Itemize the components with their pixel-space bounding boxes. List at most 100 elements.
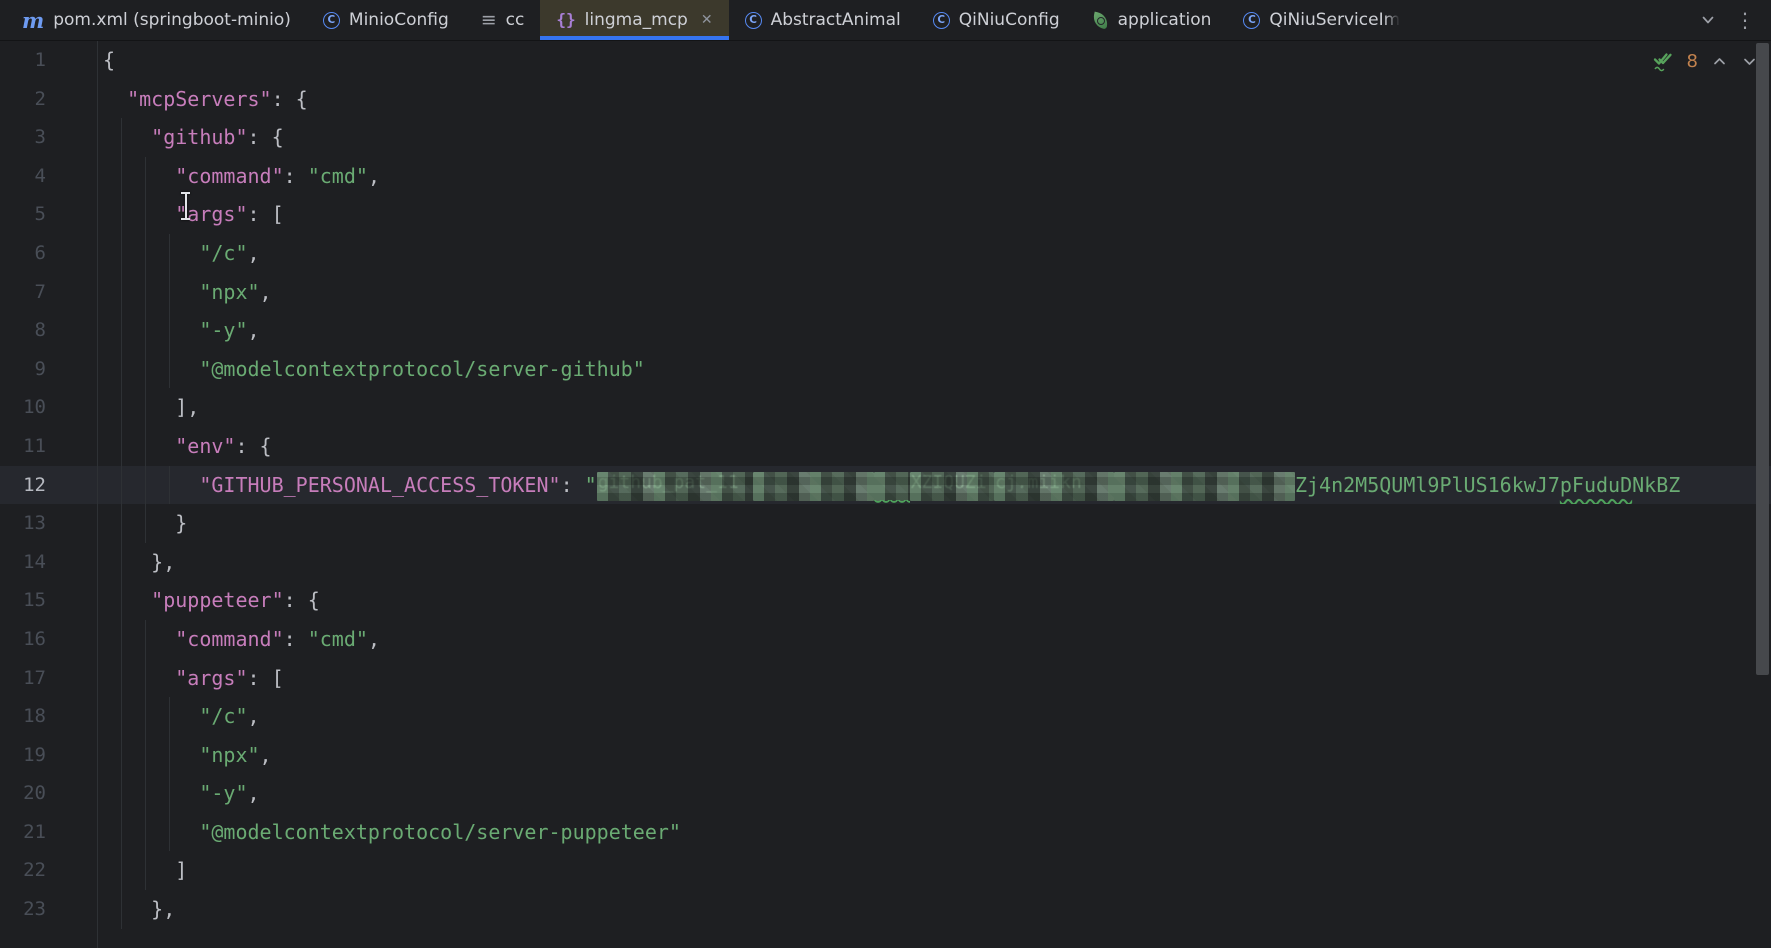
line-number[interactable]: 8 [0, 311, 90, 350]
line-number[interactable]: 18 [0, 697, 90, 736]
code-text[interactable]: "/c", [90, 697, 1771, 736]
json-punctuation [103, 280, 199, 304]
code-text[interactable]: ] [90, 851, 1771, 890]
code-text[interactable]: "args": [ [90, 659, 1771, 698]
code-text[interactable]: "command": "cmd", [90, 157, 1771, 196]
json-punctuation [103, 357, 199, 381]
line-number[interactable]: 21 [0, 813, 90, 852]
code-text[interactable]: "npx", [90, 273, 1771, 312]
class-icon: C [745, 12, 762, 29]
code-line-4: 4 "command": "cmd", [0, 157, 1771, 196]
redacted-token-segment [753, 474, 873, 499]
json-punctuation [103, 125, 151, 149]
code-line-14: 14 }, [0, 543, 1771, 582]
typo-check-icon[interactable] [1651, 50, 1674, 73]
line-number[interactable]: 15 [0, 581, 90, 620]
code-line-15: 15 "puppeteer": { [0, 581, 1771, 620]
code-text[interactable]: } [90, 504, 1771, 543]
code-editor[interactable]: 1 {2 "mcpServers": {3 "github": {4 "comma… [0, 41, 1771, 948]
redacted-token-segment: github_pat_11 [597, 474, 754, 499]
line-number[interactable]: 22 [0, 851, 90, 890]
json-punctuation: , [260, 280, 272, 304]
class-icon: C [323, 12, 340, 29]
code-line-13: 13 } [0, 504, 1771, 543]
code-line-3: 3 "github": { [0, 118, 1771, 157]
code-text[interactable]: "npx", [90, 736, 1771, 775]
json-punctuation [103, 820, 199, 844]
line-number[interactable]: 9 [0, 350, 90, 389]
line-number[interactable]: 17 [0, 659, 90, 698]
code-text[interactable]: ], [90, 388, 1771, 427]
tab-lingma-mcp[interactable]: {}lingma_mcp✕ [540, 0, 728, 40]
json-punctuation: : { [235, 434, 271, 458]
code-line-17: 17 "args": [ [0, 659, 1771, 698]
chevron-down-icon[interactable] [1700, 12, 1716, 28]
indent-guide [145, 195, 146, 234]
code-text[interactable]: "github": { [90, 118, 1771, 157]
line-number[interactable]: 16 [0, 620, 90, 659]
tab-pom-xml-springboot-minio[interactable]: mpom.xml (springboot-minio) [6, 0, 307, 40]
tab-application[interactable]: application [1076, 0, 1228, 40]
line-number[interactable]: 5 [0, 195, 90, 234]
code-text[interactable]: }, [90, 890, 1771, 929]
json-braces-icon: {} [556, 12, 575, 28]
maven-icon: m [22, 10, 44, 31]
json-punctuation [103, 743, 199, 767]
indent-guide [145, 659, 146, 698]
code-text[interactable]: "mcpServers": { [90, 80, 1771, 119]
line-number[interactable]: 10 [0, 388, 90, 427]
json-punctuation: , [368, 627, 380, 651]
tab-abstractanimal[interactable]: CAbstractAnimal [729, 0, 917, 40]
code-text[interactable]: "env": { [90, 427, 1771, 466]
json-punctuation: { [103, 48, 115, 72]
tabs-container: mpom.xml (springboot-minio) C MinioConfig ≡… [0, 0, 1692, 40]
code-text[interactable]: "puppeteer": { [90, 581, 1771, 620]
code-text[interactable]: { [90, 41, 1771, 80]
line-number[interactable]: 11 [0, 427, 90, 466]
line-number[interactable]: 7 [0, 273, 90, 312]
indent-guide [145, 427, 146, 466]
json-string: "/c" [199, 704, 247, 728]
json-string: " [585, 473, 597, 497]
more-options-kebab-icon[interactable]: ⋮ [1735, 10, 1755, 30]
indent-guide [121, 620, 122, 659]
line-number[interactable]: 23 [0, 890, 90, 929]
vertical-scrollbar-thumb[interactable] [1756, 43, 1769, 675]
previous-problem-chevron-up-icon[interactable] [1711, 53, 1728, 70]
code-text[interactable]: "@modelcontextprotocol/server-github" [90, 350, 1771, 389]
code-text[interactable]: }, [90, 543, 1771, 582]
tab-qiniuconfig[interactable]: CQiNiuConfig [917, 0, 1076, 40]
json-punctuation [103, 781, 199, 805]
code-text[interactable]: "@modelcontextprotocol/server-puppeteer" [90, 813, 1771, 852]
indent-guide [121, 157, 122, 196]
code-text[interactable]: "-y", [90, 311, 1771, 350]
tab-label: MinioConfig [349, 0, 449, 40]
tab-cc[interactable]: ≡cc [465, 0, 541, 40]
line-number[interactable]: 2 [0, 80, 90, 119]
line-number[interactable]: 6 [0, 234, 90, 273]
tab-minioconfig[interactable]: C MinioConfig [307, 0, 465, 40]
code-text[interactable]: "args": [ [90, 195, 1771, 234]
line-number[interactable]: 3 [0, 118, 90, 157]
code-line-2: 2 "mcpServers": { [0, 80, 1771, 119]
indent-guide [121, 813, 122, 852]
line-number[interactable]: 14 [0, 543, 90, 582]
json-punctuation: ], [103, 395, 199, 419]
line-number[interactable]: 20 [0, 774, 90, 813]
json-punctuation: : [284, 164, 308, 188]
indent-guide [121, 697, 122, 736]
code-text[interactable]: "-y", [90, 774, 1771, 813]
line-number[interactable]: 4 [0, 157, 90, 196]
line-number[interactable]: 13 [0, 504, 90, 543]
close-tab-icon[interactable]: ✕ [701, 13, 713, 27]
line-number[interactable]: 19 [0, 736, 90, 775]
line-number[interactable]: 12 [0, 466, 90, 505]
line-number[interactable]: 1 [0, 41, 90, 80]
indent-guide [121, 851, 122, 890]
code-text[interactable]: "/c", [90, 234, 1771, 273]
indent-guide [145, 697, 146, 736]
code-text[interactable]: "GITHUB_PERSONAL_ACCESS_TOKEN": "github_… [90, 466, 1771, 505]
redacted-token-segment [1114, 474, 1295, 499]
code-text[interactable]: "command": "cmd", [90, 620, 1771, 659]
tab-qiniuserviceim[interactable]: CQiNiuServiceIm [1227, 0, 1416, 40]
